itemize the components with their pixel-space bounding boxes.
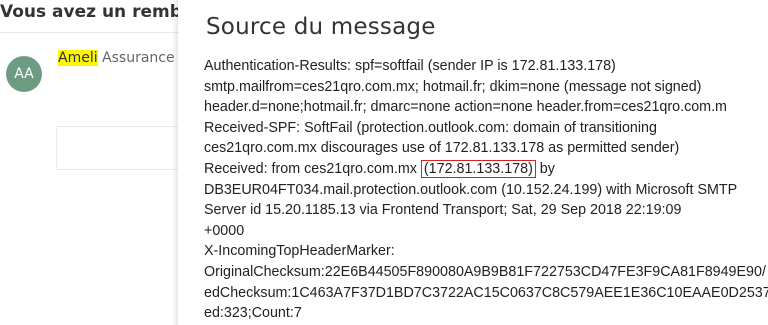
sender-ip-highlight: (172.81.133.178) — [420, 159, 536, 178]
message-subject: Vous avez un rembo — [0, 2, 194, 22]
divider — [0, 32, 200, 33]
header-line: +0000 — [204, 222, 245, 239]
sender-rest: Assurance — [97, 50, 175, 66]
received-prefix: Received: from ces21qro.com.mx — [204, 160, 421, 177]
header-line: Authentication-Results: spf=softfail (se… — [204, 58, 616, 74]
message-headers[interactable]: Authentication-Results: spf=softfail (se… — [204, 56, 768, 324]
header-line: ces21qro.com.mx discourages use of 172.8… — [204, 140, 680, 157]
header-line: DB3EUR04FT034.mail.protection.outlook.co… — [204, 181, 738, 198]
sender-name[interactable]: Ameli Assurance — [58, 50, 175, 66]
sender-highlight: Ameli — [58, 50, 98, 66]
received-line: Received: from ces21qro.com.mx (172.81.1… — [204, 159, 768, 180]
dialog-title: Source du message — [206, 14, 436, 40]
header-line: ed:323;Count:7 — [204, 305, 302, 322]
header-line: Server id 15.20.1185.13 via Frontend Tra… — [204, 202, 682, 219]
header-line: header.d=none;hotmail.fr; dmarc=none act… — [204, 99, 727, 116]
header-line: edChecksum:1C463A7F37D1BD7C3722AC15C0637… — [204, 284, 768, 301]
received-suffix: by — [535, 160, 555, 177]
header-line: Received-SPF: SoftFail (protection.outlo… — [204, 119, 657, 136]
header-line: smtp.mailfrom=ces21qro.com.mx; hotmail.f… — [204, 78, 702, 95]
avatar[interactable]: AA — [6, 56, 42, 92]
header-line: X-IncomingTopHeaderMarker: — [204, 243, 395, 260]
message-source-dialog: Source du message Authentication-Results… — [178, 0, 768, 325]
header-line: OriginalChecksum:22E6B44505F890080A9B9B8… — [204, 263, 766, 280]
message-pane: Vous avez un rembo AA Ameli Assurance — [0, 0, 200, 325]
